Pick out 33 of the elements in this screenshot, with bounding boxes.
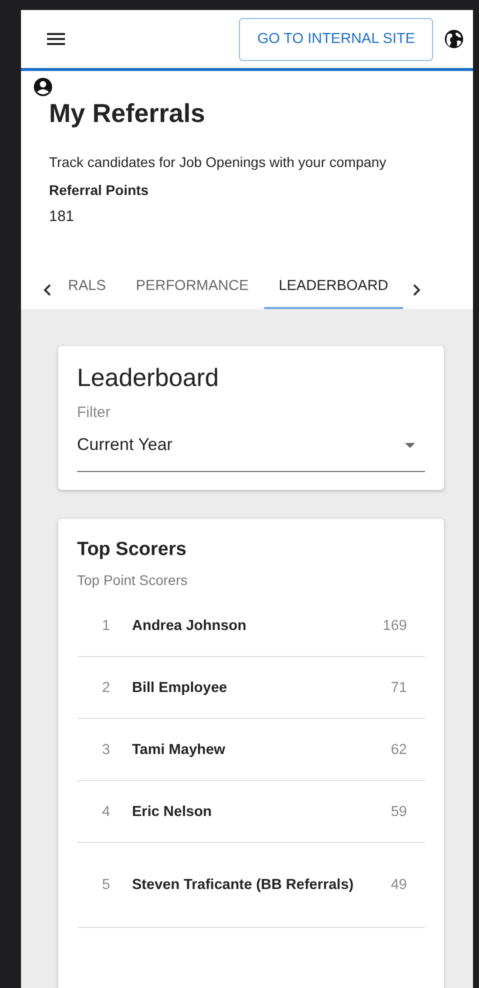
score: 71 — [390, 680, 408, 696]
rank: 3 — [101, 742, 112, 758]
scorer-name: Steven Traficante (BB Referrals) — [132, 876, 355, 895]
internal-site-button[interactable]: GO TO INTERNAL SITE — [239, 18, 433, 60]
score: 59 — [390, 804, 408, 820]
rank: 1 — [101, 618, 112, 634]
tab[interactable]: PERFORMANCE — [120, 271, 264, 309]
scorer-name: Eric Nelson — [132, 802, 213, 822]
chevron-right-icon[interactable] — [411, 284, 422, 296]
rank: 4 — [101, 804, 112, 820]
scorer-name: Bill Employee — [132, 678, 228, 698]
account-icon[interactable] — [32, 76, 54, 98]
filter-select[interactable]: Current Year — [77, 421, 425, 472]
scorer-name: Tami Mayhew — [132, 740, 226, 760]
points-label: Referral Points — [49, 182, 150, 198]
rank: 5 — [101, 877, 112, 893]
card-subtitle: Top Point Scorers — [77, 572, 188, 588]
score: 169 — [382, 618, 408, 634]
scorer-name: Andrea Johnson — [132, 616, 248, 636]
globe-icon[interactable] — [443, 28, 465, 50]
page-title: My Referrals — [49, 98, 206, 128]
filter-label: Filter — [77, 404, 112, 421]
rank: 2 — [101, 680, 112, 696]
points-value: 181 — [49, 208, 76, 225]
card-title: Leaderboard — [77, 364, 220, 393]
menu-icon[interactable] — [47, 33, 65, 45]
page-description: Track candidates for Job Openings with your company — [49, 154, 388, 170]
chevron-left-icon[interactable] — [43, 284, 53, 296]
tab[interactable]: RALS — [53, 271, 121, 309]
dropdown-arrow-icon — [405, 442, 415, 448]
score: 62 — [390, 742, 408, 758]
score: 49 — [390, 877, 408, 893]
card-title: Top Scorers — [77, 539, 188, 561]
